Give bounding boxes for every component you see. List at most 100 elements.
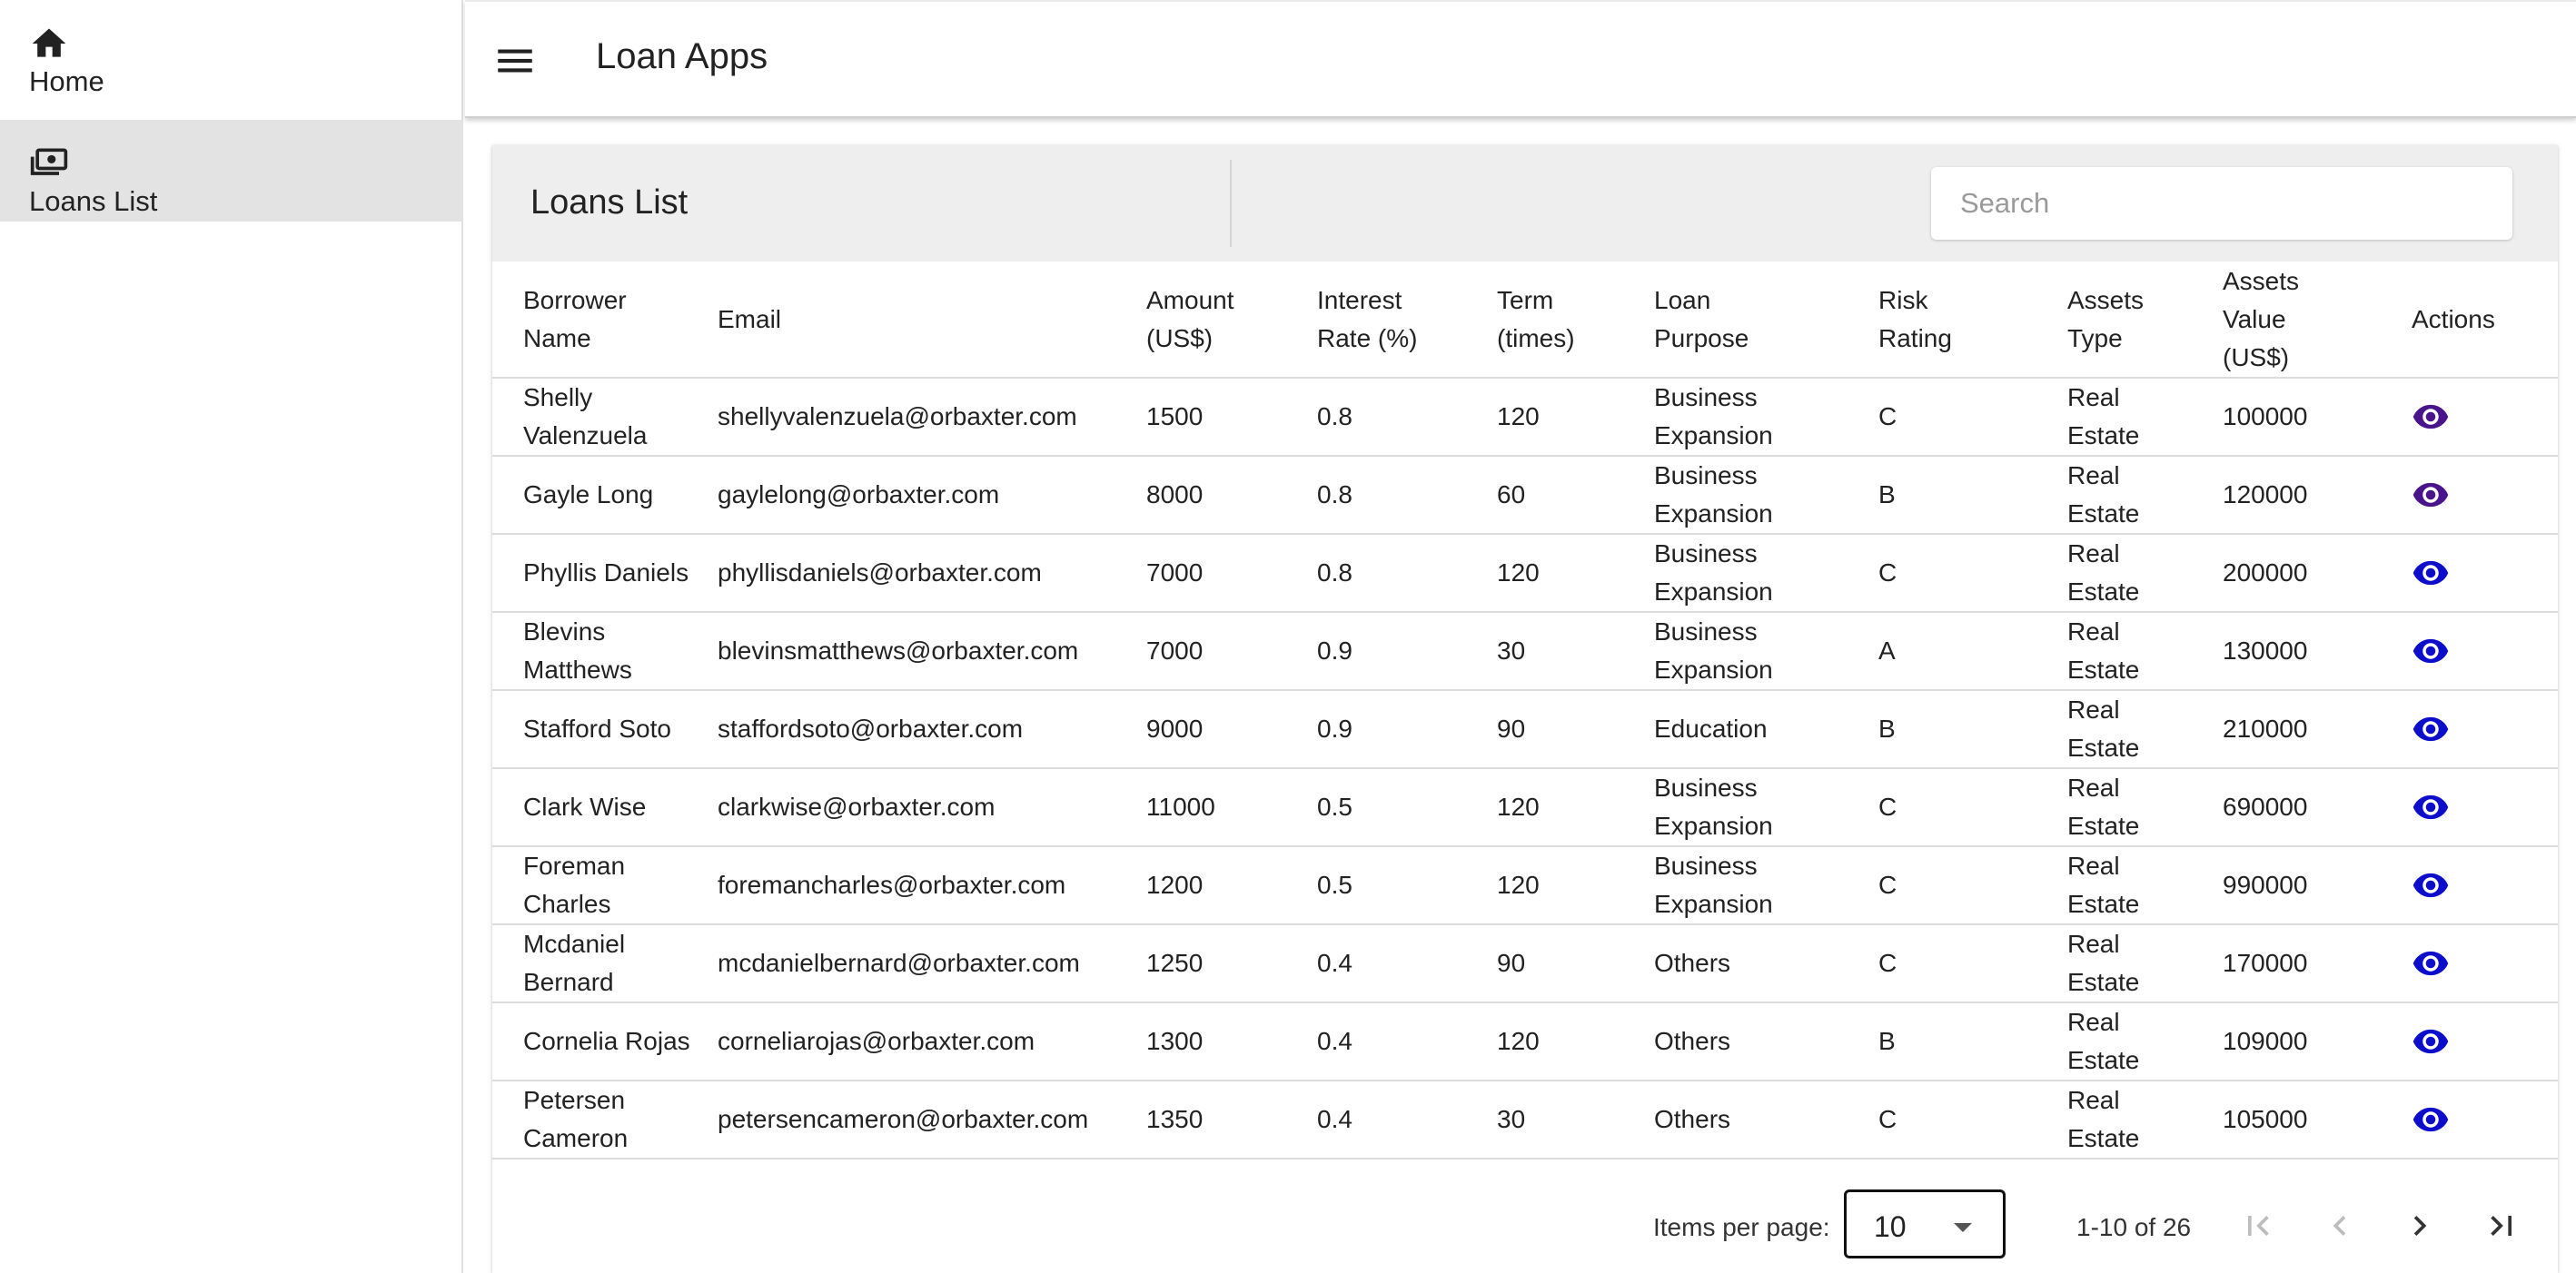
table-header-row: Borrower Name Email Amount (US$) Interes… [492, 262, 2558, 379]
cell-loan-purpose: Others [1654, 1081, 1878, 1160]
top-app-bar: Loan Apps [465, 0, 2576, 118]
sidebar: Home Loans List [0, 0, 463, 1273]
cell-borrower-name: Clark Wise [492, 768, 718, 847]
page-range-label: 1-10 of 26 [2076, 1213, 2192, 1241]
caret-down-icon [1954, 1223, 1972, 1232]
cell-loan-purpose: Business Expansion [1654, 768, 1878, 847]
cell-borrower-name: Cornelia Rojas [492, 1002, 718, 1081]
cell-interest-rate: 0.9 [1317, 690, 1497, 769]
cell-loan-purpose: Others [1654, 924, 1878, 1003]
search-input[interactable] [1931, 167, 2512, 240]
cell-actions [2412, 690, 2558, 769]
cell-assets-value: 120000 [2223, 456, 2412, 535]
cell-amount: 1250 [1146, 924, 1317, 1003]
column-header-term[interactable]: Term (times) [1497, 262, 1654, 379]
cell-term: 30 [1497, 1081, 1654, 1160]
last-page-icon[interactable] [2482, 1206, 2522, 1246]
cell-risk-rating: C [1878, 846, 2067, 925]
sidebar-item-loans-list[interactable]: Loans List [0, 120, 463, 222]
cell-risk-rating: C [1878, 768, 2067, 847]
sidebar-item-home[interactable]: Home [0, 0, 463, 102]
column-header-loan-purpose[interactable]: Loan Purpose [1654, 262, 1878, 379]
column-header-amount[interactable]: Amount (US$) [1146, 262, 1317, 379]
cell-email: staffordsoto@orbaxter.com [718, 690, 1146, 769]
cell-term: 90 [1497, 924, 1654, 1003]
sidebar-item-label: Home [29, 65, 104, 97]
cell-amount: 8000 [1146, 456, 1317, 535]
cell-actions [2412, 534, 2558, 613]
eye-icon[interactable] [2412, 1022, 2450, 1061]
cell-assets-type: Real Estate [2067, 534, 2223, 613]
cell-interest-rate: 0.8 [1317, 534, 1497, 613]
cell-actions [2412, 456, 2558, 535]
cell-borrower-name: Petersen Cameron [492, 1081, 718, 1160]
eye-icon[interactable] [2412, 476, 2450, 514]
home-icon [32, 28, 66, 57]
cell-interest-rate: 0.9 [1317, 612, 1497, 691]
column-header-assets-type[interactable]: Assets Type [2067, 262, 2223, 379]
first-page-icon[interactable] [2238, 1206, 2278, 1246]
cell-amount: 1200 [1146, 846, 1317, 925]
eye-icon[interactable] [2412, 710, 2450, 748]
loans-card: Loans List Borrower Name Email Amount (U… [492, 145, 2558, 1273]
cell-amount: 9000 [1146, 690, 1317, 769]
table-row: Foreman Charles foremancharles@orbaxter.… [492, 846, 2558, 925]
cell-assets-value: 690000 [2223, 768, 2412, 847]
column-header-assets-value[interactable]: Assets Value (US$) [2223, 262, 2412, 379]
cell-borrower-name: Mcdaniel Bernard [492, 924, 718, 1003]
cell-interest-rate: 0.4 [1317, 1081, 1497, 1160]
eye-icon[interactable] [2412, 398, 2450, 436]
cell-assets-value: 990000 [2223, 846, 2412, 925]
cell-risk-rating: C [1878, 924, 2067, 1003]
cell-loan-purpose: Business Expansion [1654, 612, 1878, 691]
cell-term: 60 [1497, 456, 1654, 535]
table-row: Blevins Matthews blevinsmatthews@orbaxte… [492, 612, 2558, 691]
sidebar-item-label: Loans List [29, 185, 158, 217]
cell-actions [2412, 924, 2558, 1003]
cell-borrower-name: Phyllis Daniels [492, 534, 718, 613]
header-divider [1230, 160, 1232, 247]
eye-icon[interactable] [2412, 632, 2450, 670]
cell-borrower-name: Foreman Charles [492, 846, 718, 925]
table-row: Petersen Cameron petersencameron@orbaxte… [492, 1081, 2558, 1160]
table-row: Clark Wise clarkwise@orbaxter.com 11000 … [492, 768, 2558, 847]
cell-term: 30 [1497, 612, 1654, 691]
eye-icon[interactable] [2412, 944, 2450, 982]
next-page-icon[interactable] [2400, 1206, 2440, 1246]
cell-risk-rating: A [1878, 612, 2067, 691]
eye-icon[interactable] [2412, 788, 2450, 826]
cell-term: 120 [1497, 1002, 1654, 1081]
cell-assets-type: Real Estate [2067, 378, 2223, 457]
cell-assets-type: Real Estate [2067, 768, 2223, 847]
column-header-actions: Actions [2412, 262, 2558, 379]
cell-assets-value: 210000 [2223, 690, 2412, 769]
items-per-page-select[interactable]: 10 [1844, 1189, 2006, 1258]
table-row: Stafford Soto staffordsoto@orbaxter.com … [492, 690, 2558, 769]
cell-risk-rating: B [1878, 690, 2067, 769]
menu-icon[interactable] [492, 38, 538, 84]
cell-assets-type: Real Estate [2067, 612, 2223, 691]
column-header-email[interactable]: Email [718, 262, 1146, 379]
column-header-borrower-name[interactable]: Borrower Name [492, 262, 718, 379]
money-icon [30, 148, 68, 175]
cell-term: 120 [1497, 378, 1654, 457]
cell-assets-type: Real Estate [2067, 690, 2223, 769]
loans-table: Borrower Name Email Amount (US$) Interes… [492, 262, 2558, 1160]
cell-borrower-name: Gayle Long [492, 456, 718, 535]
eye-icon[interactable] [2412, 554, 2450, 592]
items-per-page-label: Items per page: [1653, 1213, 1830, 1241]
cell-actions [2412, 1081, 2558, 1160]
previous-page-icon[interactable] [2320, 1206, 2360, 1246]
eye-icon[interactable] [2412, 866, 2450, 904]
cell-interest-rate: 0.5 [1317, 768, 1497, 847]
cell-assets-type: Real Estate [2067, 924, 2223, 1003]
cell-assets-type: Real Estate [2067, 1002, 2223, 1081]
eye-icon[interactable] [2412, 1100, 2450, 1139]
column-header-risk-rating[interactable]: Risk Rating [1878, 262, 2067, 379]
cell-loan-purpose: Business Expansion [1654, 456, 1878, 535]
cell-loan-purpose: Business Expansion [1654, 378, 1878, 457]
cell-assets-value: 170000 [2223, 924, 2412, 1003]
column-header-interest-rate[interactable]: Interest Rate (%) [1317, 262, 1497, 379]
cell-actions [2412, 1002, 2558, 1081]
cell-borrower-name: Blevins Matthews [492, 612, 718, 691]
